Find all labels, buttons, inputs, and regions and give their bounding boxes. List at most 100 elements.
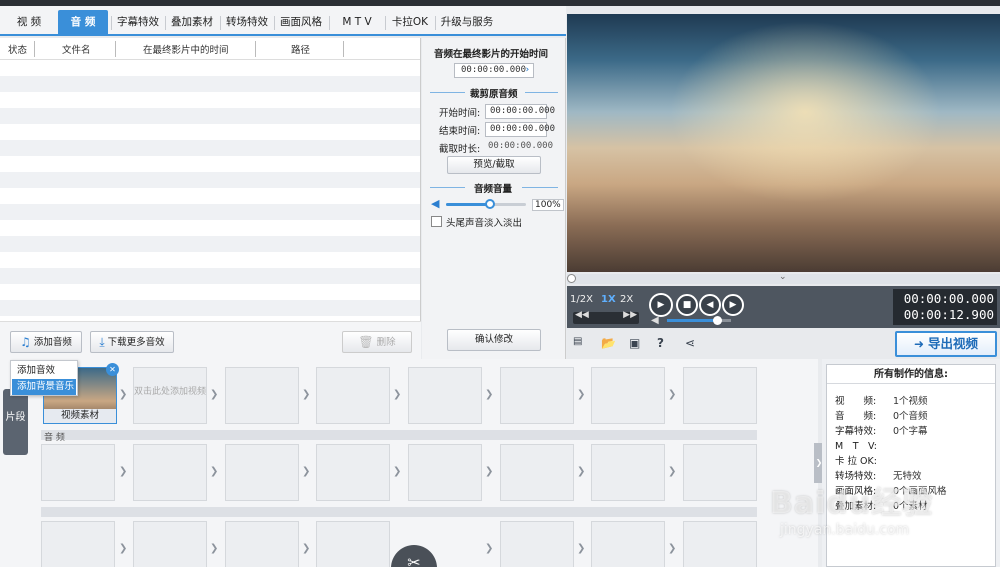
timeline-slot[interactable] — [225, 444, 299, 501]
timeline-slot[interactable] — [683, 367, 757, 424]
stop-button[interactable]: ■ — [676, 294, 698, 316]
timeline: 片段 视频素材 ✕ ❯ 双击此处添加视频 ❯ ❯ ❯ ❯ ❯ ❯ 音 频 ❯ ❯… — [0, 359, 818, 567]
chevron-right-icon[interactable]: › — [525, 64, 530, 77]
menu-add-sound-effect[interactable]: 添加音效 — [12, 363, 76, 379]
list-row — [0, 60, 420, 76]
column-filename[interactable]: 文件名 — [62, 42, 91, 56]
speed-half-button[interactable]: 1/2X — [570, 294, 593, 305]
tab-subtitle-effects[interactable]: 字幕特效 — [113, 10, 163, 34]
column-status[interactable]: 状态 — [8, 42, 27, 56]
clips-side-tab[interactable]: 片段 — [3, 389, 28, 455]
menu-add-background-music[interactable]: 添加背景音乐 — [12, 379, 76, 395]
list-row — [0, 172, 420, 188]
delete-button[interactable]: 🗑 删除 — [342, 331, 412, 353]
tab-video[interactable]: 视 频 — [6, 10, 52, 34]
list-row — [0, 236, 420, 252]
timeline-slot[interactable] — [316, 444, 390, 501]
timeline-slot[interactable] — [41, 521, 115, 567]
jog-shuttle[interactable]: ◀◀ ▶▶ — [573, 310, 639, 324]
timeline-slot[interactable] — [500, 521, 574, 567]
timeline-slot[interactable] — [591, 367, 665, 424]
timeline-slot[interactable] — [683, 521, 757, 567]
video-clip-label: 视频素材 — [44, 409, 116, 423]
player-volume-knob[interactable] — [712, 316, 722, 325]
save-icon[interactable]: ▣ — [629, 336, 640, 350]
chevron-right-icon: ❯ — [119, 389, 128, 400]
volume-slider-track[interactable] — [446, 199, 526, 209]
next-frame-button[interactable]: ▶ — [722, 294, 744, 316]
timeline-slot[interactable] — [225, 367, 299, 424]
list-row — [0, 300, 420, 316]
new-project-icon[interactable]: ▤ — [573, 336, 582, 347]
volume-percent: 100% — [532, 199, 564, 211]
start-time-in-movie-field[interactable]: 00:00:00.000 › — [454, 63, 534, 78]
timeline-slot[interactable] — [683, 444, 757, 501]
timeline-slot[interactable] — [408, 444, 482, 501]
column-divider[interactable] — [34, 41, 35, 57]
volume-slider-knob[interactable] — [485, 199, 495, 209]
play-button[interactable]: ▶ — [649, 293, 673, 317]
crop-start-field[interactable]: 00:00:00.000 — [485, 104, 555, 119]
tab-mtv[interactable]: M T V — [331, 10, 383, 34]
timeline-slot[interactable] — [133, 444, 207, 501]
audio-track-header — [41, 430, 757, 440]
speed-1x-button[interactable]: 1X — [601, 294, 616, 305]
export-video-button[interactable]: ➜ 导出视频 — [895, 331, 997, 357]
speaker-icon[interactable]: ◀ — [431, 197, 439, 210]
video-preview[interactable] — [567, 14, 1000, 272]
close-icon[interactable]: ✕ — [106, 363, 119, 376]
timeline-slot[interactable] — [316, 521, 390, 567]
tab-karaoke[interactable]: 卡拉OK — [387, 10, 433, 34]
audio-file-list[interactable]: 状态 文件名 在最终影片中的时间 路径 — [0, 38, 421, 321]
empty-video-slot[interactable]: 双击此处添加视频 — [133, 367, 207, 424]
player-volume-icon[interactable]: ◀ — [651, 315, 659, 326]
speed-2x-button[interactable]: 2X — [620, 294, 633, 305]
open-folder-icon[interactable]: 📂 — [601, 336, 616, 350]
help-icon[interactable]: ? — [657, 336, 664, 350]
column-path[interactable]: 路径 — [291, 42, 310, 56]
timeline-slot[interactable] — [408, 367, 482, 424]
chevron-right-icon: ❯ — [210, 543, 219, 554]
rewind-icon[interactable]: ◀◀ — [575, 310, 589, 320]
timeline-slot[interactable] — [133, 521, 207, 567]
fade-checkbox[interactable] — [431, 216, 442, 227]
tab-upgrade-service[interactable]: 升级与服务 — [437, 10, 497, 34]
crop-end-field[interactable]: 00:00:00.000 — [485, 122, 555, 137]
timeline-slot[interactable] — [591, 521, 665, 567]
timeline-slot[interactable] — [316, 367, 390, 424]
share-icon[interactable]: ⋖ — [685, 336, 695, 350]
previous-frame-button[interactable]: ◀ — [699, 294, 721, 316]
preview-crop-button[interactable]: 预览/截取 — [447, 156, 541, 174]
playback-progress-knob[interactable] — [567, 274, 576, 283]
chevron-down-icon[interactable]: ⌄ — [779, 272, 787, 282]
add-audio-button[interactable]: ♫ 添加音频 — [10, 331, 82, 353]
timeline-slot[interactable] — [500, 444, 574, 501]
tab-separator — [220, 16, 221, 30]
timeline-slot[interactable] — [591, 444, 665, 501]
timeline-slot[interactable] — [225, 521, 299, 567]
player-volume-track[interactable] — [667, 316, 731, 325]
chevron-right-icon: ❯ — [119, 543, 128, 554]
column-divider[interactable] — [255, 41, 256, 57]
download-more-sounds-button[interactable]: ⤓ 下载更多音效 — [90, 331, 174, 353]
tab-transition-effects[interactable]: 转场特效 — [222, 10, 272, 34]
chevron-right-icon: ❯ — [485, 543, 494, 554]
start-time-in-movie-value: 00:00:00.000 — [461, 65, 527, 75]
tab-overlay-material[interactable]: 叠加素材 — [167, 10, 217, 34]
column-divider[interactable] — [343, 41, 344, 57]
tab-picture-style[interactable]: 画面风格 — [276, 10, 326, 34]
playback-progress-bar[interactable]: ⌄ — [567, 272, 1000, 284]
column-divider[interactable] — [115, 41, 116, 57]
timeline-slot[interactable] — [500, 367, 574, 424]
tab-separator — [165, 16, 166, 30]
delete-label: 删除 — [376, 337, 396, 348]
confirm-changes-button[interactable]: 确认修改 — [447, 329, 541, 351]
audio-settings-panel: 音频在最终影片的开始时间 00:00:00.000 › 裁剪原音频 开始时间: … — [422, 38, 566, 359]
column-time-in-movie[interactable]: 在最终影片中的时间 — [143, 42, 229, 56]
fast-forward-icon[interactable]: ▶▶ — [623, 310, 637, 320]
timeline-slot[interactable] — [41, 444, 115, 501]
list-row — [0, 252, 420, 268]
list-row — [0, 108, 420, 124]
tab-audio[interactable]: 音 频 — [58, 10, 108, 34]
scissors-icon[interactable]: ✂ — [391, 545, 437, 567]
